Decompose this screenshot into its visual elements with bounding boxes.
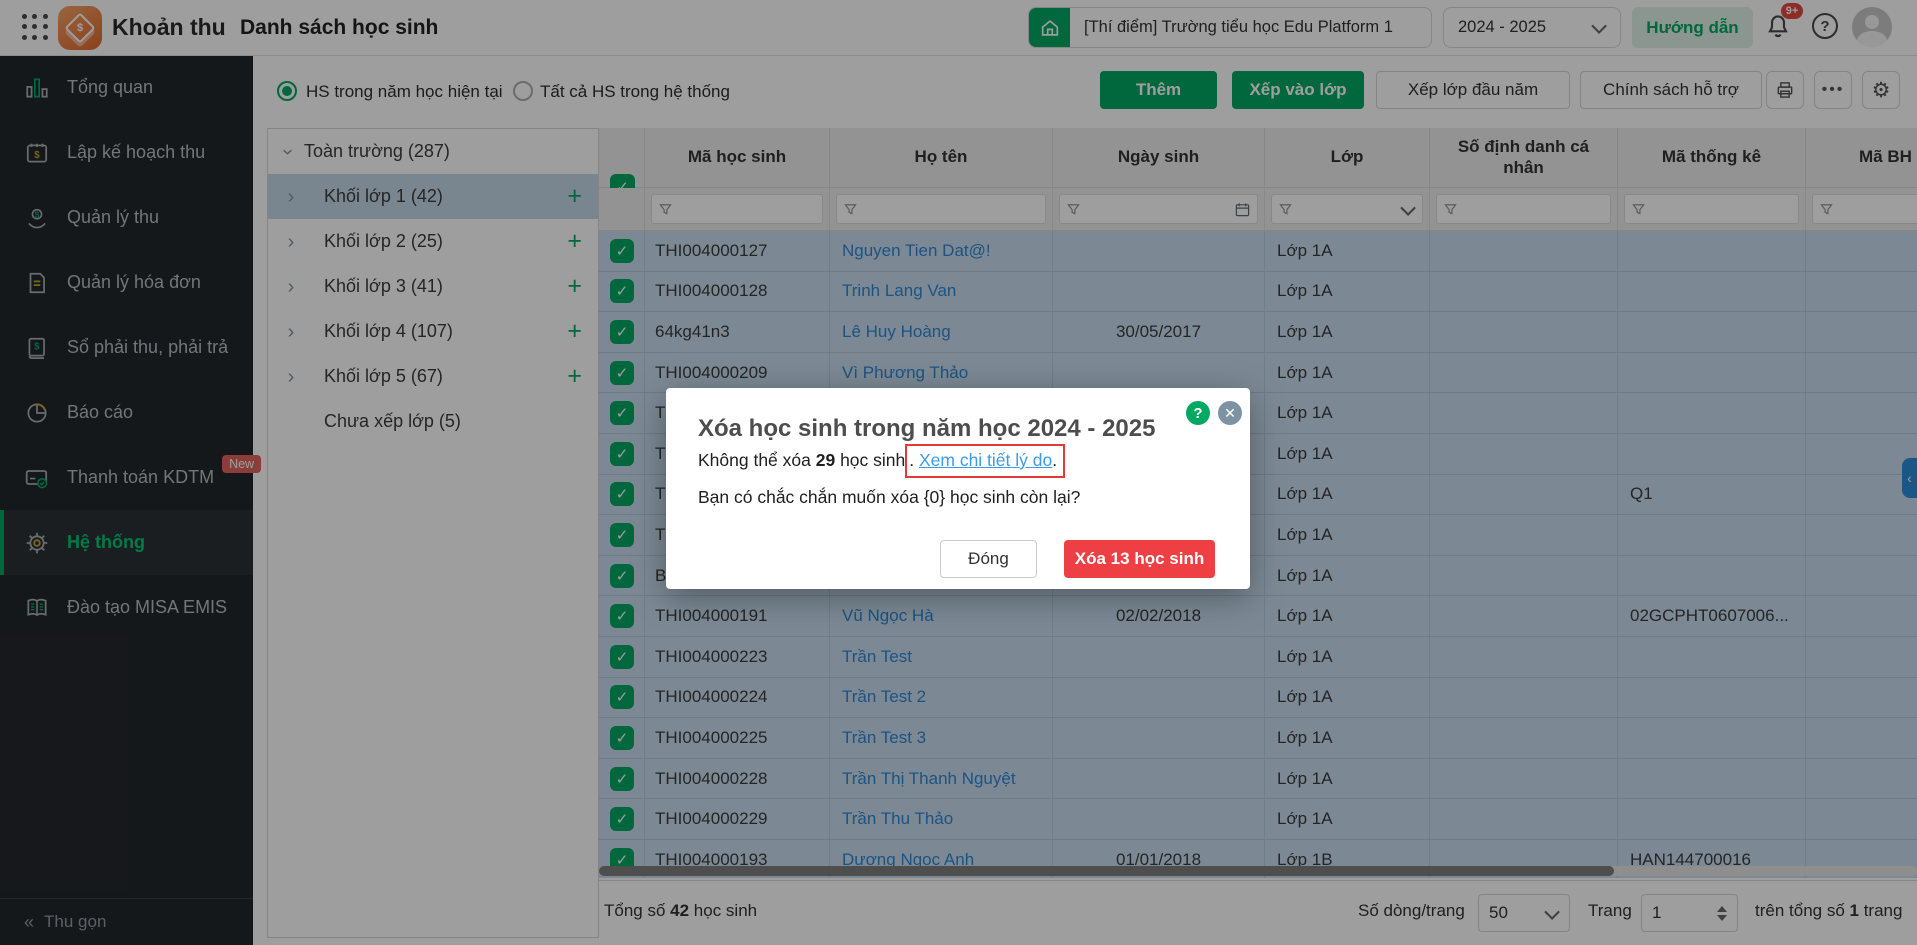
delete-students-dialog: Xóa học sinh trong năm học 2024 - 2025 ?…: [666, 388, 1250, 589]
app-window: $ Khoản thu Danh sách học sinh [Thí điểm…: [0, 0, 1917, 945]
annotation-box: . Xem chi tiết lý do.: [905, 444, 1066, 478]
dialog-delete-button[interactable]: Xóa 13 học sinh: [1064, 540, 1215, 578]
dialog-close-button[interactable]: Đóng: [940, 540, 1037, 578]
dialog-message-1: Không thể xóa 29 học sinh. Xem chi tiết …: [698, 444, 1066, 478]
view-reason-link[interactable]: Xem chi tiết lý do: [919, 450, 1052, 470]
dialog-message-2: Bạn có chắc chắn muốn xóa {0} học sinh c…: [698, 487, 1081, 507]
dialog-help-icon[interactable]: ?: [1186, 401, 1210, 425]
dialog-title: Xóa học sinh trong năm học 2024 - 2025: [698, 415, 1156, 442]
close-icon[interactable]: ✕: [1218, 401, 1242, 425]
